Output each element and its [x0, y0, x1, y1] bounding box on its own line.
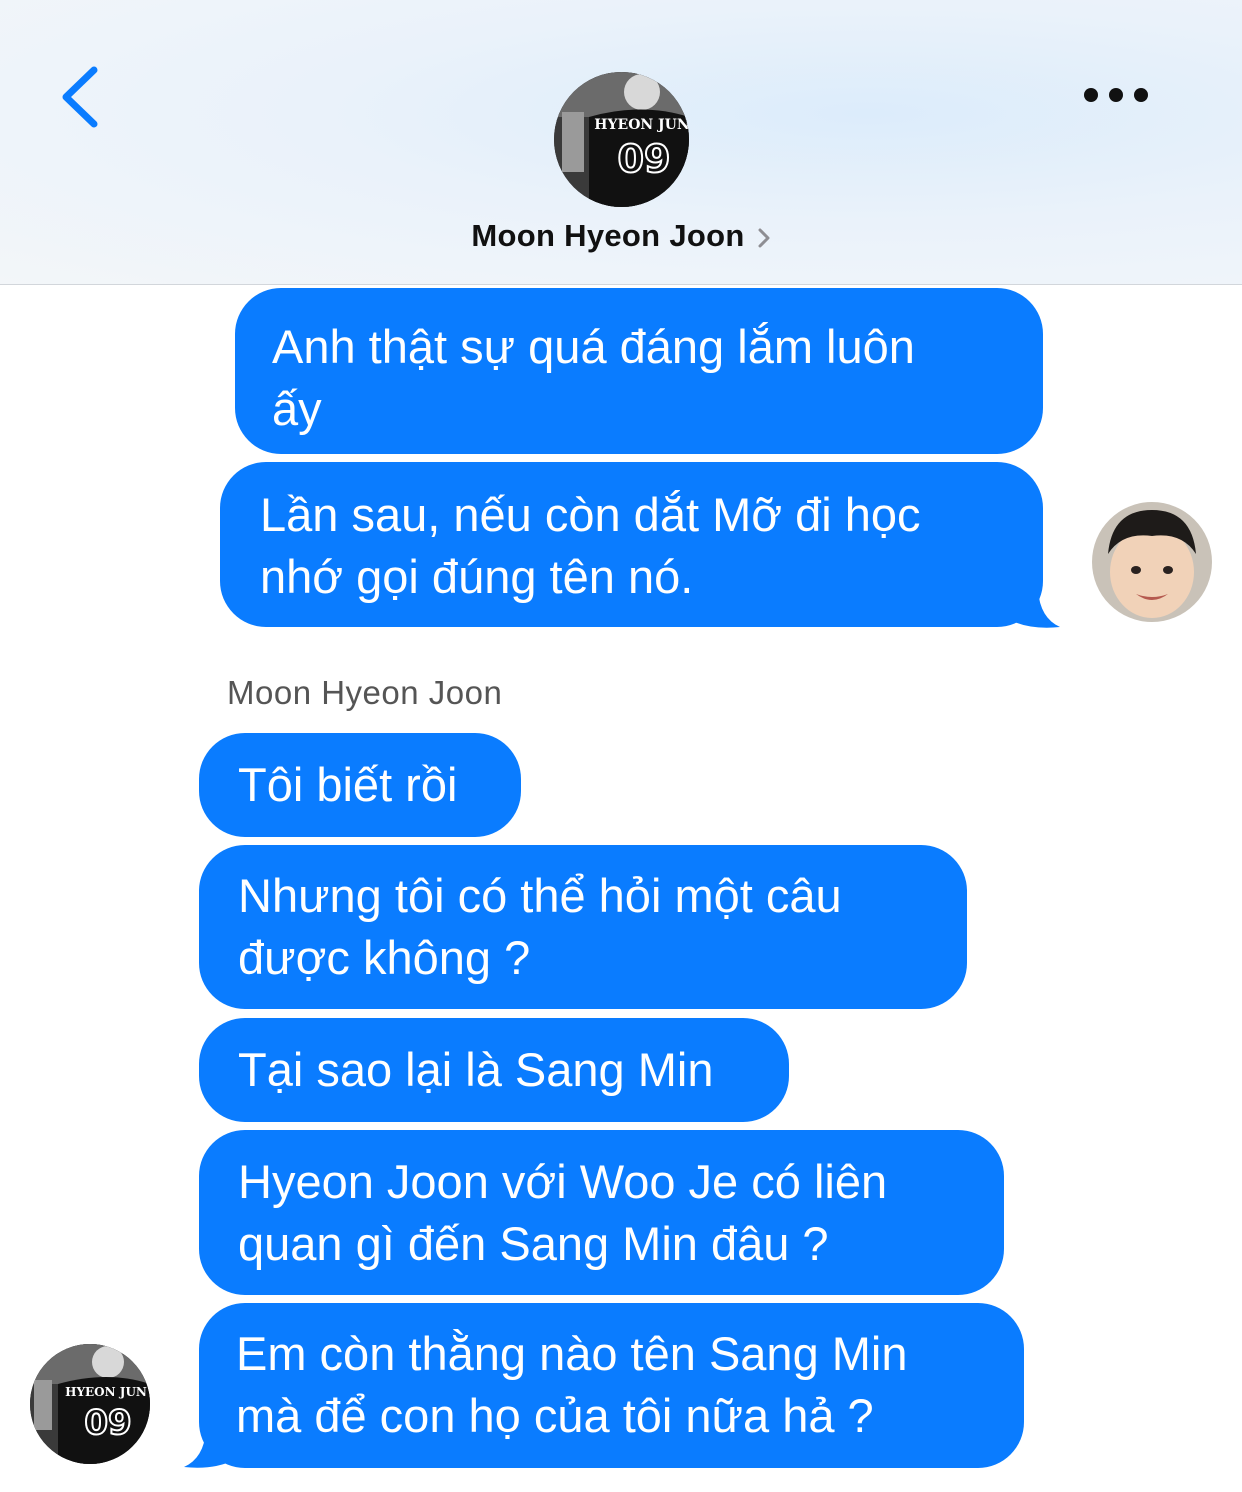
conversation-header: HYEON JUN 09 Moon Hyeon Joon	[0, 0, 1242, 285]
my-avatar	[1092, 502, 1212, 622]
avatar-jersey-number: 09	[618, 137, 671, 181]
message-bubble-received[interactable]: Nhưng tôi có thể hỏi một câu được không …	[199, 845, 967, 1009]
message-bubble-received[interactable]: Tôi biết rồi	[199, 733, 521, 837]
avatar-jersey-name: HYEON JUN	[65, 1385, 147, 1399]
chevron-right-icon	[758, 228, 770, 248]
message-bubble-sent[interactable]: Lần sau, nếu còn dắt Mỡ đi học nhớ gọi đ…	[220, 462, 1043, 627]
message-bubble-sent[interactable]: Anh thật sự quá đáng lắm luôn ấy	[235, 288, 1043, 454]
message-bubble-received[interactable]: Hyeon Joon với Woo Je có liên quan gì đế…	[199, 1130, 1004, 1295]
avatar-jersey-name: HYEON JUN	[594, 117, 689, 133]
contact-message-avatar[interactable]: HYEON JUN 09	[30, 1344, 150, 1464]
bubble-tail	[184, 1430, 234, 1468]
contact-avatar[interactable]: HYEON JUN 09	[554, 72, 689, 207]
avatar-jersey-number: 09	[84, 1403, 131, 1443]
bubble-tail	[1010, 590, 1060, 628]
message-bubble-received[interactable]: Tại sao lại là Sang Min	[199, 1018, 789, 1122]
chevron-left-icon[interactable]	[58, 62, 108, 132]
contact-name-link[interactable]: Moon Hyeon Joon	[0, 218, 1242, 254]
more-horizontal-icon[interactable]	[1078, 80, 1154, 110]
message-bubble-received[interactable]: Em còn thằng nào tên Sang Min mà để con …	[199, 1303, 1024, 1468]
contact-name: Moon Hyeon Joon	[471, 218, 745, 253]
sender-name-label: Moon Hyeon Joon	[227, 674, 503, 711]
